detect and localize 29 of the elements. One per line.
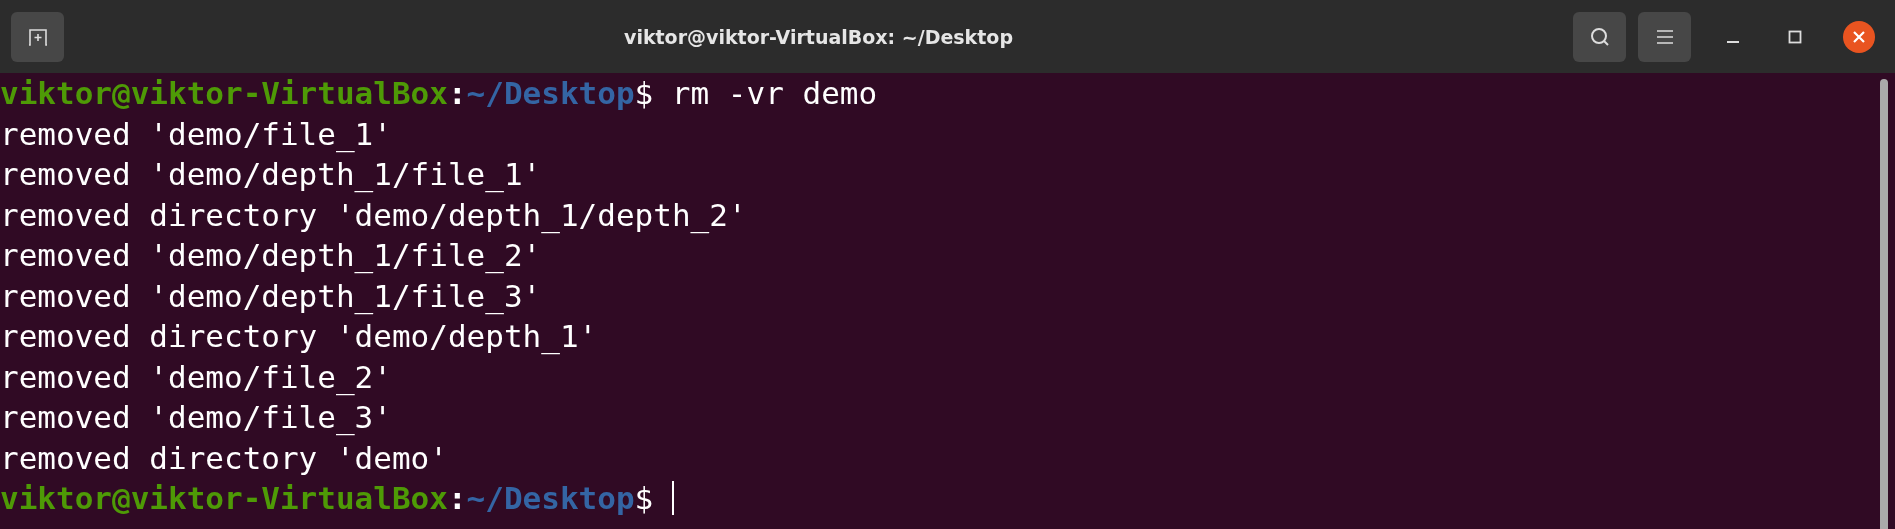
prompt-symbol: $ xyxy=(634,479,654,518)
search-icon xyxy=(1588,25,1611,48)
prompt-path: ~/Desktop xyxy=(466,74,635,113)
maximize-icon xyxy=(1788,29,1802,44)
close-button[interactable] xyxy=(1843,20,1875,53)
menu-button[interactable] xyxy=(1638,11,1691,62)
prompt-user-host: viktor@viktor-VirtualBox xyxy=(0,74,448,113)
output-line: removed 'demo/depth_1/file_3' xyxy=(0,276,542,316)
output-line: removed 'demo/file_3' xyxy=(0,398,392,438)
output-line: removed 'demo/file_1' xyxy=(0,114,392,154)
search-button[interactable] xyxy=(1573,11,1626,62)
prompt-separator: : xyxy=(447,479,467,518)
output-line: removed directory 'demo' xyxy=(0,438,448,478)
prompt-separator: : xyxy=(447,74,467,113)
output-line: removed 'demo/file_2' xyxy=(0,357,392,397)
minimize-icon xyxy=(1726,40,1740,43)
output-line: removed directory 'demo/depth_1/depth_2' xyxy=(0,195,747,235)
prompt-path: ~/Desktop xyxy=(466,479,635,518)
output-line: removed 'demo/depth_1/file_2' xyxy=(0,236,542,276)
new-tab-button[interactable] xyxy=(11,11,64,62)
output-line: removed directory 'demo/depth_1' xyxy=(0,317,598,357)
prompt-symbol: $ xyxy=(634,74,654,113)
window-title: viktor@viktor-VirtualBox: ~/Desktop xyxy=(623,25,1014,48)
prompt-user-host: viktor@viktor-VirtualBox xyxy=(0,479,448,518)
close-icon xyxy=(1852,29,1866,44)
menu-icon xyxy=(1655,28,1674,45)
scrollbar-thumb[interactable] xyxy=(1880,79,1888,529)
command-text: rm -vr demo xyxy=(671,74,878,113)
output-line: removed 'demo/depth_1/file_1' xyxy=(0,155,542,195)
